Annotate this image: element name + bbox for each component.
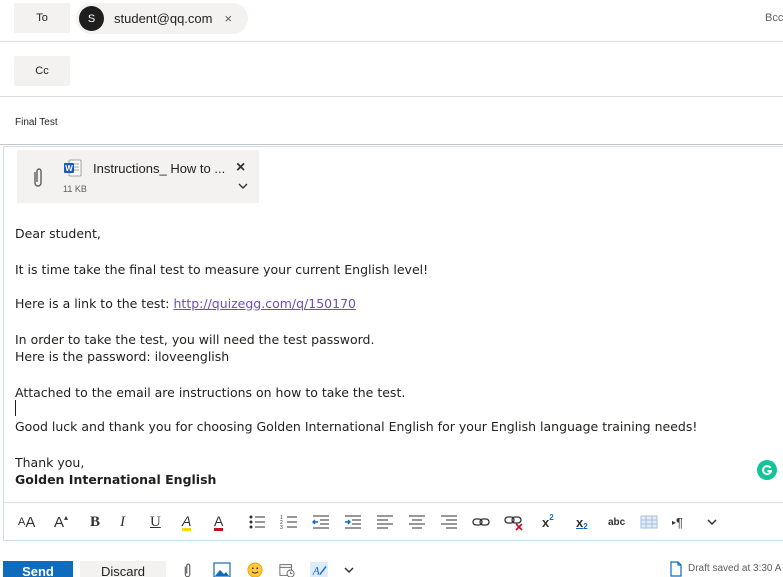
bold-button[interactable]: B bbox=[90, 513, 100, 531]
svg-text:3: 3 bbox=[280, 525, 283, 531]
draft-status: Draft saved at 3:30 A bbox=[688, 563, 782, 574]
subscript-button[interactable]: x2 bbox=[576, 513, 588, 532]
attach-icon[interactable] bbox=[182, 562, 194, 577]
subject-field[interactable]: Final Test bbox=[15, 117, 58, 128]
discard-button[interactable]: Discard bbox=[80, 561, 166, 577]
to-row: To S student@qq.com × Bcc bbox=[0, 0, 783, 42]
grammarly-icon[interactable] bbox=[757, 460, 777, 480]
cc-button[interactable]: Cc bbox=[14, 56, 70, 86]
body-closing: Thank you, bbox=[15, 455, 85, 470]
align-center-icon[interactable] bbox=[408, 513, 426, 531]
more-actions-chevron-icon[interactable] bbox=[343, 562, 355, 577]
paragraph-icon[interactable]: ▸ ¶ bbox=[672, 513, 683, 531]
chevron-down-icon[interactable] bbox=[237, 181, 249, 191]
body-line-2-text: Here is a link to the test: bbox=[15, 296, 174, 311]
more-options-chevron-icon[interactable] bbox=[706, 513, 718, 531]
body-line-3: In order to take the test, you will need… bbox=[15, 332, 375, 347]
italic-button[interactable]: I bbox=[120, 513, 125, 531]
body-line-1: It is time take the final test to measur… bbox=[15, 262, 429, 277]
attachment-filename: Instructions_ How to ... bbox=[93, 161, 226, 176]
align-left-icon[interactable] bbox=[376, 513, 394, 531]
emoji-icon[interactable] bbox=[246, 562, 264, 577]
body-signature: Golden International English bbox=[15, 472, 217, 487]
bullet-list-icon[interactable] bbox=[248, 513, 266, 531]
body-line-2: Here is a link to the test: http://quize… bbox=[15, 296, 356, 311]
attachment-size: 11 KB bbox=[63, 184, 87, 194]
body-line-6: Good luck and thank you for choosing Gol… bbox=[15, 419, 698, 434]
numbered-list-icon[interactable]: 1 2 3 bbox=[280, 513, 298, 531]
remove-link-icon[interactable] bbox=[504, 513, 524, 531]
strikethrough-button[interactable]: abc bbox=[608, 513, 625, 531]
superscript-button[interactable]: x2 bbox=[542, 513, 554, 531]
subject-divider bbox=[0, 144, 783, 145]
decrease-indent-icon[interactable] bbox=[312, 513, 330, 531]
svg-text:W: W bbox=[65, 164, 73, 173]
word-document-icon: W bbox=[64, 159, 82, 177]
recipient-chip[interactable]: S student@qq.com × bbox=[76, 3, 248, 34]
to-button[interactable]: To bbox=[14, 3, 70, 33]
underline-button[interactable]: U bbox=[150, 513, 161, 531]
body-greeting: Dear student, bbox=[15, 226, 101, 241]
test-link[interactable]: http://quizegg.com/q/150170 bbox=[174, 296, 357, 311]
schedule-calendar-icon[interactable] bbox=[278, 562, 296, 577]
highlight-icon[interactable]: A bbox=[182, 513, 192, 531]
compose-actions: Send Discard A Draft saved at 3:30 A bbox=[0, 553, 783, 577]
insert-table-icon[interactable] bbox=[640, 513, 658, 531]
editor-icon[interactable]: A bbox=[309, 562, 329, 577]
text-cursor bbox=[15, 400, 16, 416]
increase-indent-icon[interactable] bbox=[344, 513, 362, 531]
draft-saved-icon bbox=[670, 561, 682, 577]
remove-attachment-icon[interactable]: × bbox=[236, 159, 245, 177]
align-right-icon[interactable] bbox=[440, 513, 458, 531]
body-line-4: Here is the password: iloveenglish bbox=[15, 349, 230, 364]
insert-picture-icon[interactable] bbox=[213, 562, 231, 577]
formatting-toolbar: AA A ▴ B I U A A 1 2 3 x 2 x 2 abc ▸ ¶ bbox=[4, 502, 783, 540]
bcc-button[interactable]: Bcc bbox=[765, 12, 783, 24]
attachment-card[interactable]: W Instructions_ How to ... 11 KB × bbox=[17, 150, 259, 203]
send-button[interactable]: Send bbox=[3, 561, 73, 577]
cc-row bbox=[0, 42, 783, 97]
grow-font-icon[interactable]: A ▴ bbox=[54, 513, 68, 531]
recipient-email: student@qq.com bbox=[114, 11, 213, 26]
font-size-icon[interactable]: AA bbox=[18, 513, 35, 531]
insert-link-icon[interactable] bbox=[472, 513, 490, 531]
svg-text:A: A bbox=[312, 565, 321, 577]
remove-recipient-icon[interactable]: × bbox=[224, 11, 232, 26]
paperclip-icon bbox=[34, 168, 42, 187]
body-line-5: Attached to the email are instructions o… bbox=[15, 385, 406, 400]
recipient-avatar: S bbox=[79, 6, 104, 31]
font-color-icon[interactable]: A bbox=[214, 513, 224, 531]
